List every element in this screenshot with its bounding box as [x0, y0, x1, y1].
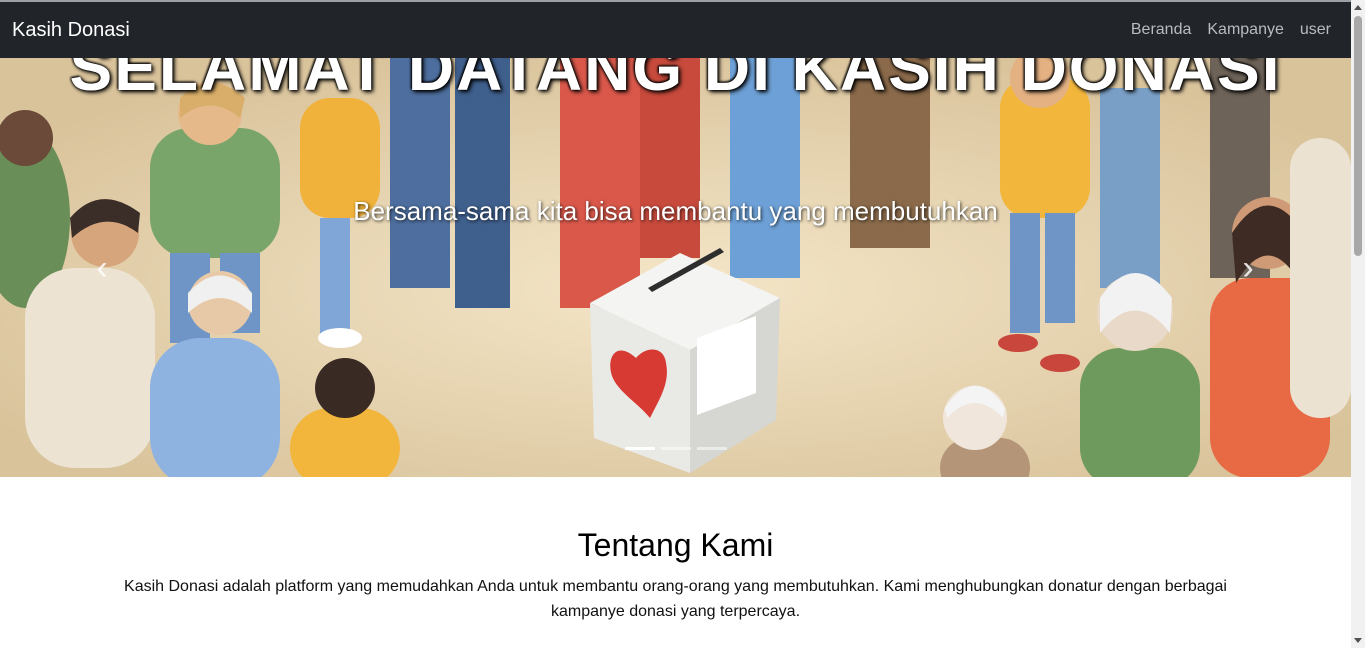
- carousel-indicator-1[interactable]: [624, 447, 655, 450]
- nav-links: Beranda Kampanye user: [1131, 21, 1339, 39]
- chevron-right-icon: ›: [1242, 248, 1254, 287]
- brand-logo-link[interactable]: Kasih Donasi: [12, 19, 130, 42]
- about-heading: Tentang Kami: [577, 527, 774, 563]
- hero-subtitle: Bersama-sama kita bisa membantu yang mem…: [353, 196, 998, 226]
- carousel-indicator-2[interactable]: [660, 447, 691, 450]
- carousel-indicator-3[interactable]: [696, 447, 727, 450]
- carousel-indicators: [0, 447, 1351, 450]
- nav-link-kampanye[interactable]: Kampanye: [1207, 21, 1284, 39]
- scroll-up-arrow-icon[interactable]: [1354, 5, 1362, 10]
- nav-link-user[interactable]: user: [1300, 21, 1331, 39]
- hero-carousel: SELAMAT DATANG DI KASIH DONASI Bersama-s…: [0, 58, 1351, 477]
- carousel-prev-button[interactable]: ‹: [82, 248, 122, 288]
- hero-title: SELAMAT DATANG DI KASIH DONASI: [69, 58, 1282, 104]
- hero-background-image: [0, 58, 1351, 477]
- about-section: Tentang Kami Kasih Donasi adalah platfor…: [0, 477, 1351, 624]
- carousel-next-button[interactable]: ›: [1228, 248, 1268, 288]
- page-scrollbar[interactable]: [1351, 0, 1365, 648]
- scrollbar-thumb[interactable]: [1354, 16, 1362, 256]
- nav-link-beranda[interactable]: Beranda: [1131, 21, 1192, 39]
- chevron-left-icon: ‹: [96, 248, 108, 287]
- top-navbar: Kasih Donasi Beranda Kampanye user: [0, 0, 1351, 58]
- about-text: Kasih Donasi adalah platform yang memuda…: [124, 578, 1227, 620]
- scroll-down-arrow-icon[interactable]: [1354, 638, 1362, 643]
